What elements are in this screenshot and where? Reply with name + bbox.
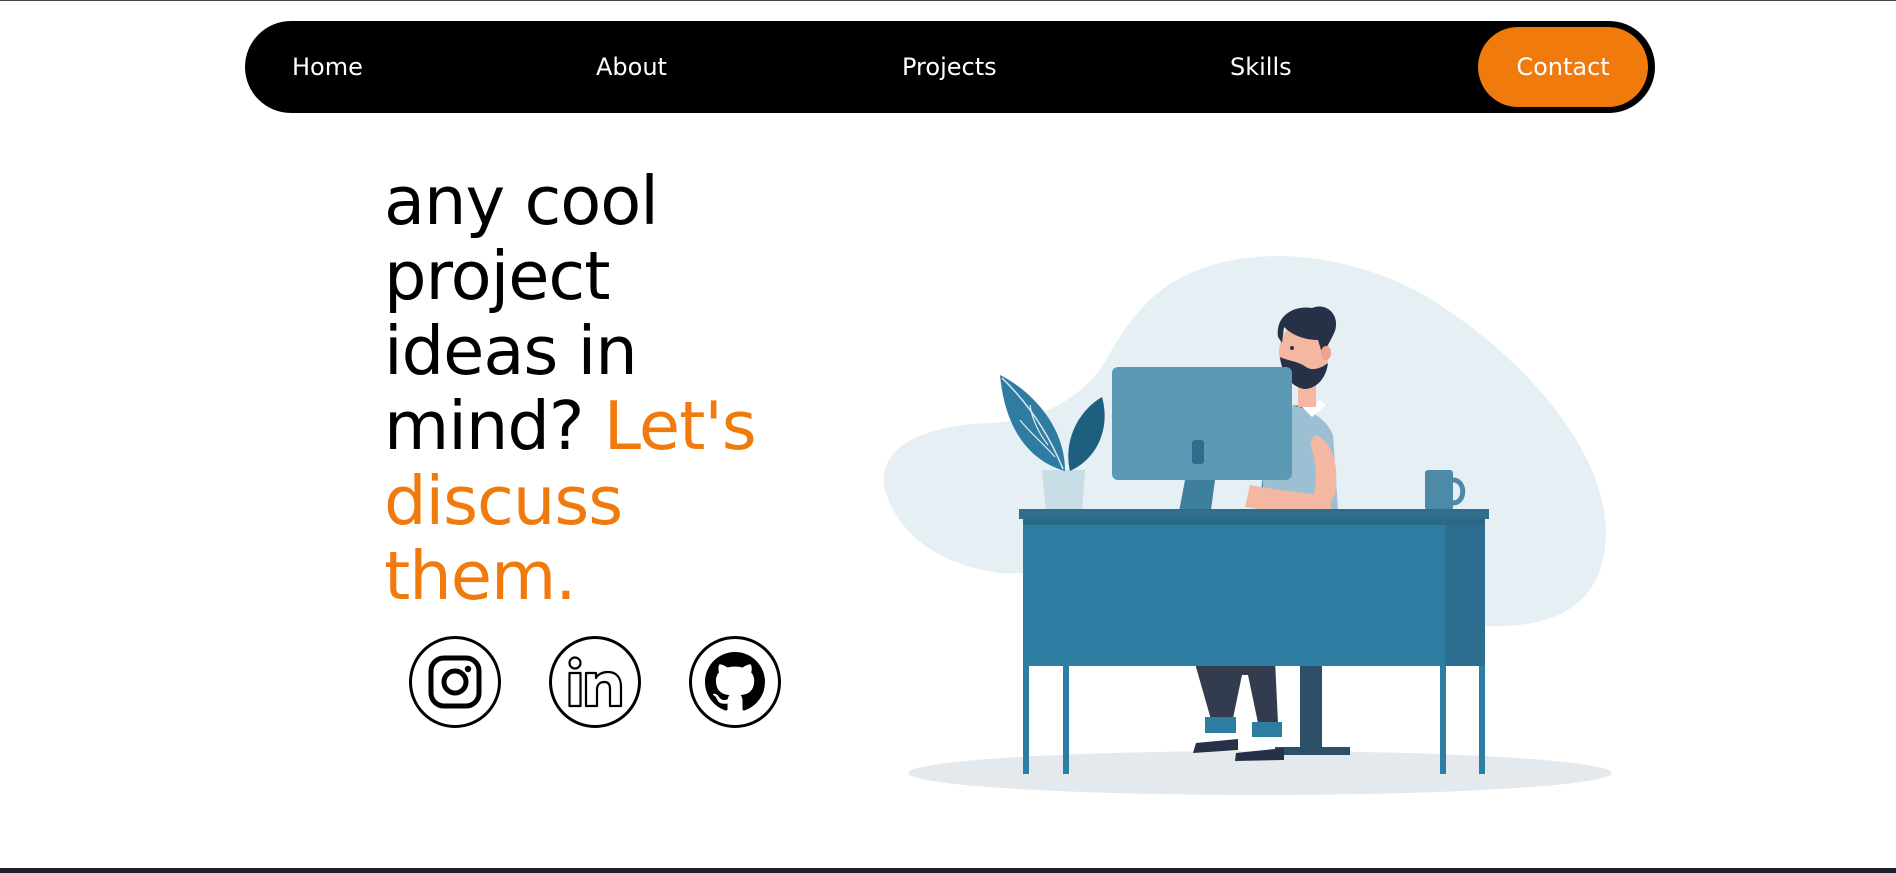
nav-skills-link[interactable]: Skills — [1230, 21, 1292, 113]
bottom-border — [0, 868, 1896, 873]
developer-desk-illustration — [883, 256, 1612, 795]
linkedin-icon — [568, 656, 623, 708]
headline-line: any cool — [384, 162, 659, 240]
github-button[interactable] — [689, 636, 781, 728]
headline-line: mind? Let's — [384, 389, 804, 464]
nav-home-link[interactable]: Home — [292, 21, 363, 113]
instagram-button[interactable] — [409, 636, 501, 728]
headline-line: project — [384, 237, 611, 315]
headline-accent-text: Let's — [603, 387, 757, 465]
main-nav: Home About Projects Skills Contact — [245, 21, 1655, 113]
nav-about-link[interactable]: About — [596, 21, 667, 113]
linkedin-button[interactable] — [549, 636, 641, 728]
instagram-icon — [428, 655, 482, 709]
nav-projects-link[interactable]: Projects — [902, 21, 997, 113]
github-icon — [705, 652, 765, 711]
nav-contact-button[interactable]: Contact — [1478, 27, 1648, 107]
top-border — [0, 0, 1896, 1]
headline-accent-line: them. — [384, 537, 577, 615]
hero-headline: any cool project ideas in mind? Let's di… — [384, 164, 804, 614]
headline-line: ideas in — [384, 312, 638, 390]
headline-text: mind? — [384, 387, 584, 465]
headline-accent-line: discuss — [384, 462, 623, 540]
